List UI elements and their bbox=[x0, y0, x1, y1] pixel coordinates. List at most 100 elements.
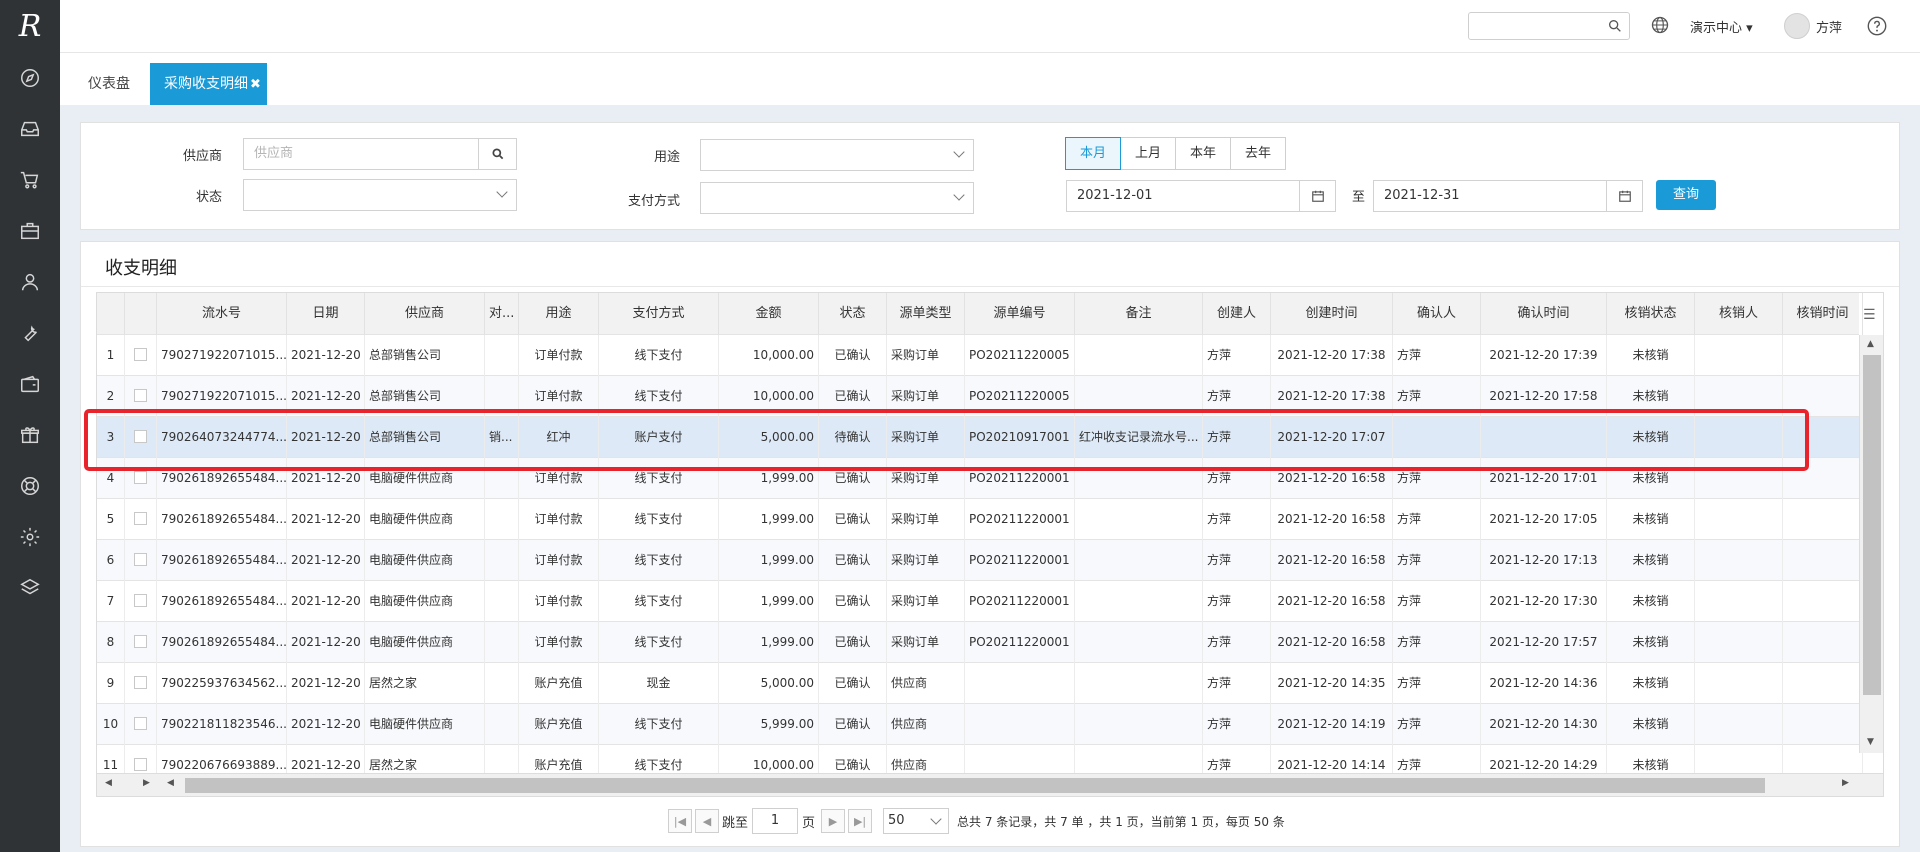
column-header[interactable]: 流水号 bbox=[157, 293, 287, 335]
period-this-year[interactable]: 本年 bbox=[1175, 137, 1232, 170]
column-header[interactable]: 核销状态 bbox=[1607, 293, 1695, 335]
next-page-button[interactable]: ▶ bbox=[821, 809, 846, 833]
column-header[interactable]: 备注 bbox=[1075, 293, 1203, 335]
row-checkbox-cell[interactable] bbox=[125, 335, 157, 376]
scroll-down-icon[interactable]: ▼ bbox=[1867, 737, 1874, 747]
row-checkbox[interactable] bbox=[134, 348, 147, 361]
scroll-left-small-icon[interactable]: ◀ bbox=[167, 778, 174, 788]
cell-wo-status: 未核销 bbox=[1607, 335, 1695, 376]
table-row[interactable]: 6 790261892655484... 2021-12-20 电脑硬件供应商 订单付款… bbox=[97, 540, 1863, 581]
user-name[interactable]: 方萍 bbox=[1816, 17, 1842, 36]
column-header[interactable]: 核销人 bbox=[1695, 293, 1783, 335]
cell-wo-status: 未核销 bbox=[1607, 540, 1695, 581]
column-header[interactable]: 支付方式 bbox=[599, 293, 719, 335]
table-row[interactable]: 9 790225937634562... 2021-12-20 居然之家 账户充值 现金 5… bbox=[97, 663, 1863, 704]
row-checkbox[interactable] bbox=[134, 758, 147, 771]
column-header[interactable]: 供应商 bbox=[365, 293, 485, 335]
row-checkbox[interactable] bbox=[134, 676, 147, 689]
vertical-scroll-thumb[interactable] bbox=[1863, 355, 1881, 695]
column-header[interactable]: 确认时间 bbox=[1481, 293, 1607, 335]
column-header[interactable]: 源单编号 bbox=[965, 293, 1075, 335]
row-checkbox[interactable] bbox=[134, 635, 147, 648]
table-row[interactable]: 5 790261892655484... 2021-12-20 电脑硬件供应商 订单付款… bbox=[97, 499, 1863, 540]
compass-icon[interactable] bbox=[0, 52, 60, 103]
query-button[interactable]: 查询 bbox=[1656, 180, 1716, 210]
gear-icon[interactable] bbox=[0, 511, 60, 562]
scroll-right-icon[interactable]: ▶ bbox=[1842, 778, 1849, 788]
help-icon[interactable] bbox=[1866, 15, 1888, 37]
row-checkbox-cell[interactable] bbox=[125, 499, 157, 540]
prev-page-button[interactable]: ◀ bbox=[695, 809, 719, 833]
table-row[interactable]: 7 790261892655484... 2021-12-20 电脑硬件供应商 订单付款… bbox=[97, 581, 1863, 622]
row-checkbox-cell[interactable] bbox=[125, 663, 157, 704]
supplier-input[interactable]: 供应商 bbox=[243, 138, 517, 170]
app-logo: R bbox=[18, 8, 42, 44]
column-menu-icon[interactable]: ☰ bbox=[1863, 307, 1876, 323]
row-checkbox-cell[interactable] bbox=[125, 704, 157, 745]
vertical-scrollbar[interactable]: ▲ ▼ bbox=[1859, 335, 1883, 753]
period-this-month[interactable]: 本月 bbox=[1065, 137, 1122, 170]
inbox-icon[interactable] bbox=[0, 103, 60, 154]
page-input[interactable]: 1 bbox=[752, 808, 799, 834]
column-header[interactable]: 确认人 bbox=[1393, 293, 1481, 335]
row-checkbox[interactable] bbox=[134, 471, 147, 484]
column-header[interactable]: 对... bbox=[485, 293, 519, 335]
column-header[interactable]: 状态 bbox=[819, 293, 887, 335]
period-last-month[interactable]: 上月 bbox=[1120, 137, 1177, 170]
briefcase-icon[interactable] bbox=[0, 205, 60, 256]
layers-icon[interactable] bbox=[0, 562, 60, 613]
pay-method-select[interactable] bbox=[700, 182, 974, 214]
column-header[interactable]: 源单类型 bbox=[887, 293, 965, 335]
tab-dashboard[interactable]: 仪表盘 bbox=[74, 63, 144, 105]
column-header[interactable]: 用途 bbox=[519, 293, 599, 335]
table-row[interactable]: 1 790271922071015... 2021-12-20 总部销售公司 订单付款线… bbox=[97, 335, 1863, 376]
scroll-right-small-icon[interactable]: ▶ bbox=[143, 778, 150, 788]
wallet-icon[interactable] bbox=[0, 358, 60, 409]
last-page-button[interactable]: ▶| bbox=[848, 809, 873, 833]
lifebuoy-icon[interactable] bbox=[0, 460, 60, 511]
status-select[interactable] bbox=[243, 179, 517, 211]
table-row[interactable]: 10 790221811823546... 2021-12-20 电脑硬件供应商 账户充… bbox=[97, 704, 1863, 745]
demo-center-dropdown[interactable]: 演示中心 ▾ bbox=[1690, 17, 1753, 36]
gift-icon[interactable] bbox=[0, 409, 60, 460]
row-checkbox-cell[interactable] bbox=[125, 622, 157, 663]
scroll-up-icon[interactable]: ▲ bbox=[1867, 339, 1874, 349]
horizontal-scrollbar[interactable]: ◀ ▶ ◀ ▶ bbox=[97, 773, 1883, 796]
global-search-input[interactable] bbox=[1468, 12, 1630, 40]
row-checkbox[interactable] bbox=[134, 594, 147, 607]
globe-icon[interactable] bbox=[1650, 15, 1670, 35]
purpose-select[interactable] bbox=[700, 139, 974, 171]
calendar-button[interactable] bbox=[1299, 181, 1335, 211]
tab-purchase-detail[interactable]: 采购收支明细 ✖ bbox=[150, 63, 267, 105]
close-icon[interactable]: ✖ bbox=[250, 77, 261, 92]
page-size-select[interactable]: 50 bbox=[883, 808, 950, 834]
row-checkbox-cell[interactable] bbox=[125, 540, 157, 581]
table-row[interactable]: 8 790261892655484... 2021-12-20 电脑硬件供应商 订单付款… bbox=[97, 622, 1863, 663]
date-from-input[interactable]: 2021-12-01 bbox=[1066, 180, 1336, 212]
avatar[interactable] bbox=[1784, 13, 1810, 39]
row-checkbox[interactable] bbox=[134, 553, 147, 566]
horizontal-scroll-thumb[interactable] bbox=[185, 778, 1765, 793]
wrench-icon[interactable] bbox=[0, 307, 60, 358]
cart-icon[interactable] bbox=[0, 154, 60, 205]
column-header[interactable]: 日期 bbox=[287, 293, 365, 335]
row-checkbox[interactable] bbox=[134, 717, 147, 730]
column-header[interactable]: 核销时间 bbox=[1783, 293, 1863, 335]
column-header[interactable]: 创建人 bbox=[1203, 293, 1271, 335]
scroll-left-icon[interactable]: ◀ bbox=[105, 778, 112, 788]
row-checkbox-cell[interactable] bbox=[125, 581, 157, 622]
first-page-button[interactable]: |◀ bbox=[668, 809, 692, 833]
select-all-header[interactable] bbox=[125, 293, 157, 335]
search-icon[interactable] bbox=[1607, 18, 1623, 34]
cell-purpose: 账户充值 bbox=[519, 704, 599, 745]
supplier-search-button[interactable] bbox=[478, 139, 516, 169]
cell-src-no: PO20211220001 bbox=[965, 622, 1075, 663]
period-last-year[interactable]: 去年 bbox=[1230, 137, 1287, 170]
column-header[interactable]: 金额 bbox=[719, 293, 819, 335]
row-checkbox[interactable] bbox=[134, 389, 147, 402]
date-to-input[interactable]: 2021-12-31 bbox=[1373, 180, 1643, 212]
user-icon[interactable] bbox=[0, 256, 60, 307]
column-header[interactable]: 创建时间 bbox=[1271, 293, 1393, 335]
calendar-button[interactable] bbox=[1606, 181, 1642, 211]
row-checkbox[interactable] bbox=[134, 512, 147, 525]
